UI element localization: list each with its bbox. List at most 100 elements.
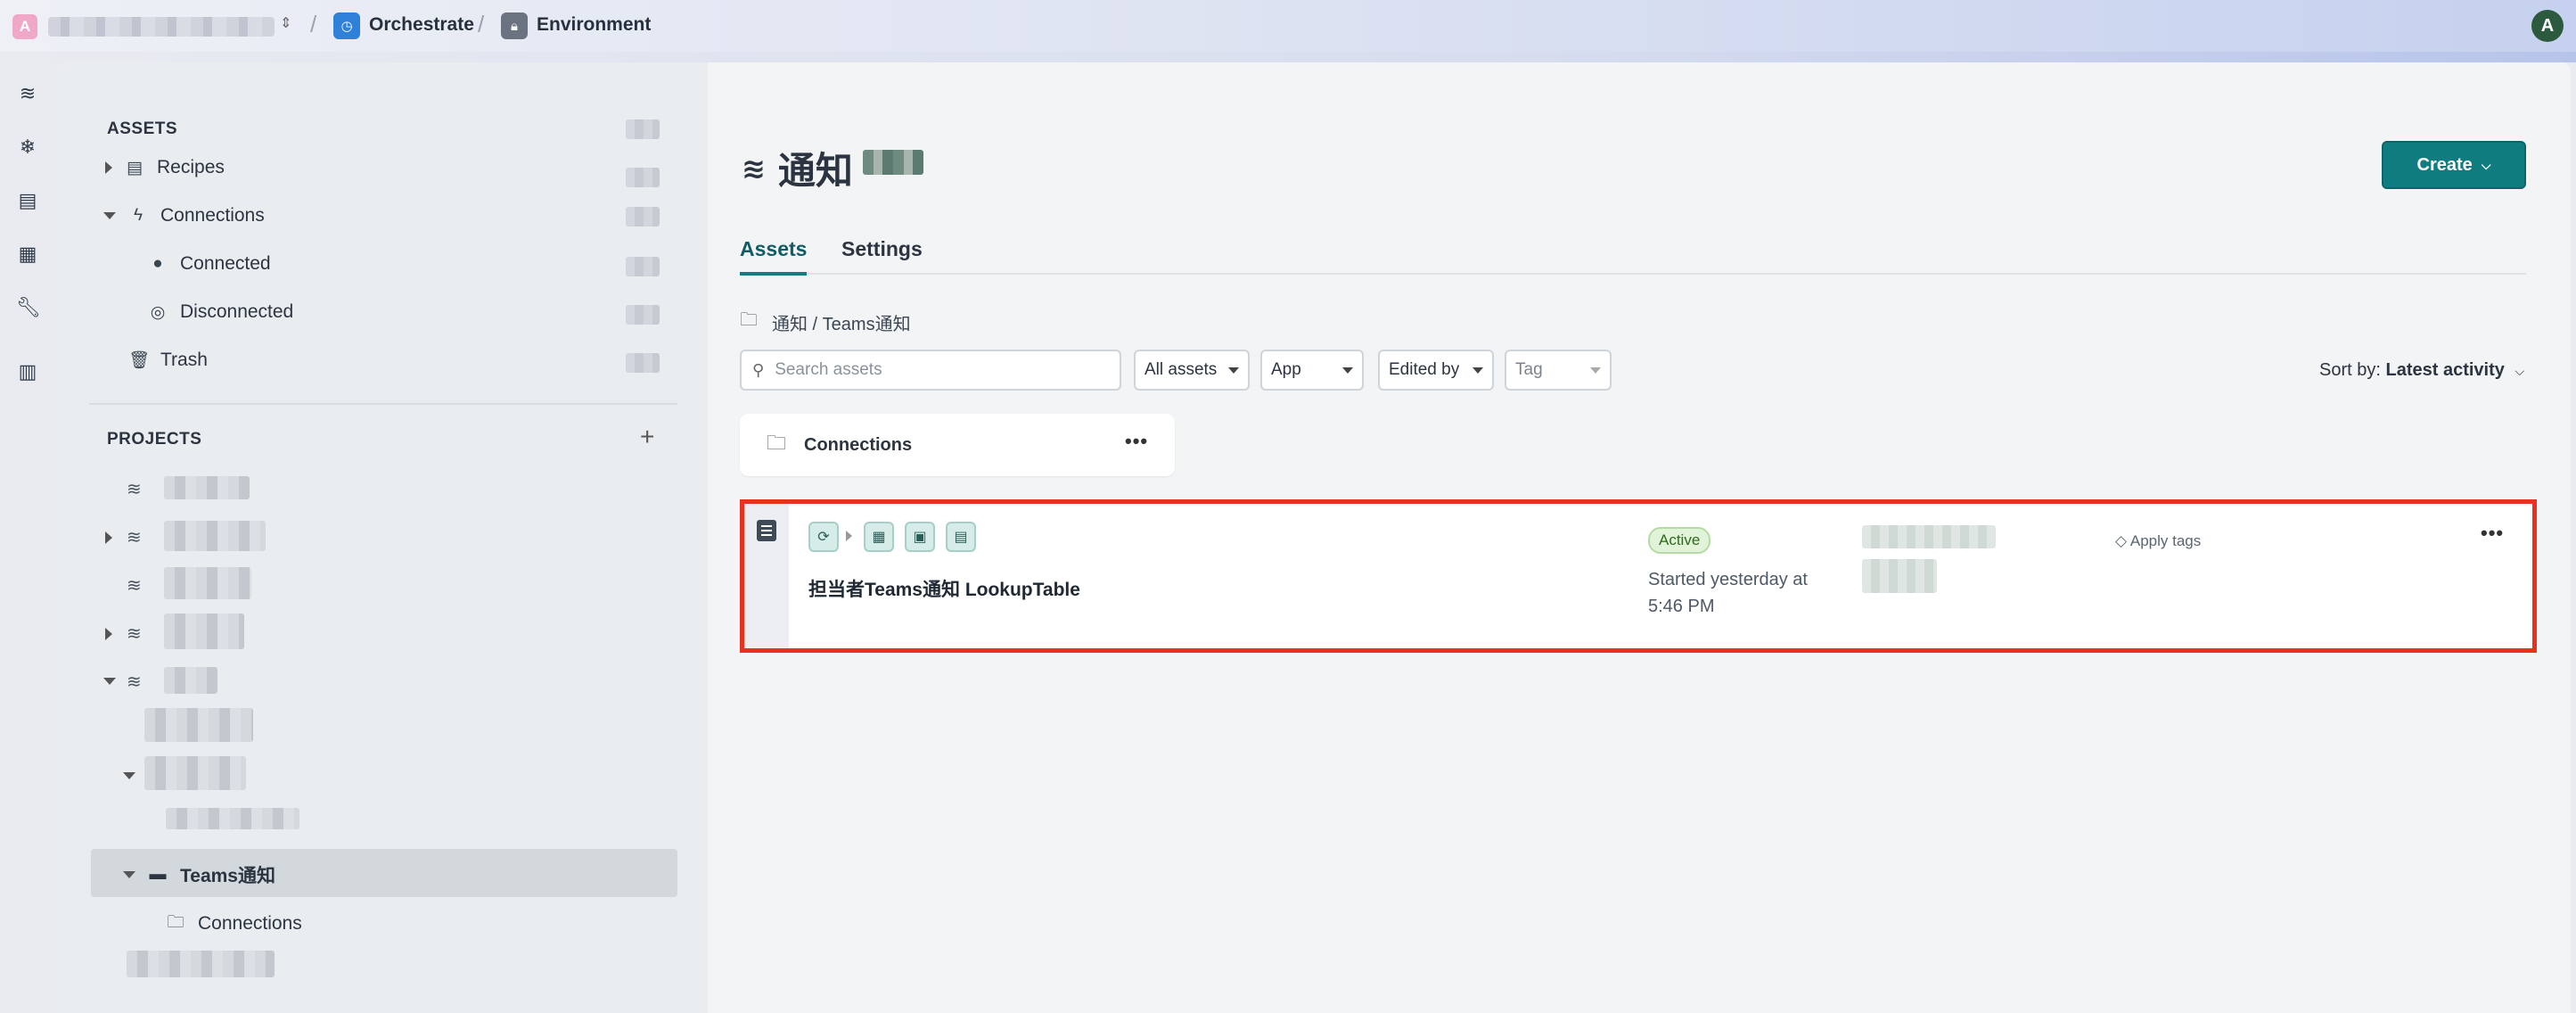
sidebar-item-teams-folder[interactable]: ▬ Teams通知 <box>123 861 275 888</box>
apply-tags-label: Apply tags <box>2129 532 2202 549</box>
project-icon: ≋ <box>127 624 142 644</box>
workspace-avatar[interactable]: A <box>12 14 37 39</box>
breadcrumb-orchestrate[interactable]: Orchestrate <box>369 14 474 36</box>
more-options-icon[interactable]: ••• <box>1125 430 1148 453</box>
folder-name-redacted[interactable] <box>144 756 246 790</box>
filter-edited-by[interactable]: Edited by <box>1378 350 1494 391</box>
lock-icon: 🔒︎ <box>501 12 528 39</box>
chevron-down-icon[interactable] <box>103 678 116 685</box>
lightning-icon: ϟ <box>133 206 144 225</box>
chevron-down-icon[interactable] <box>103 212 116 219</box>
flow-arrow-icon <box>846 531 852 541</box>
breadcrumb-separator: / <box>478 11 485 37</box>
project-icon: ≋ <box>127 576 142 596</box>
apply-tags-button[interactable]: ◇ Apply tags <box>2115 532 2201 550</box>
project-name-redacted[interactable] <box>164 567 251 599</box>
breadcrumb-environment[interactable]: Environment <box>537 14 651 36</box>
sidebar-divider <box>89 403 677 405</box>
project-name-redacted[interactable] <box>127 951 275 977</box>
workspace-switcher-icon[interactable]: ⇕ <box>280 14 291 32</box>
workspace-name-redacted[interactable] <box>48 17 275 37</box>
folder-name-redacted[interactable] <box>166 808 299 829</box>
folder-card-label: Connections <box>804 434 913 455</box>
sidebar-item-label: Connections <box>198 913 302 934</box>
chevron-down-icon: ⌵ <box>2514 364 2525 378</box>
breadcrumb-separator: / <box>310 11 317 37</box>
recipe-icon <box>757 520 776 541</box>
chevron-down-icon: ⌵ <box>2481 157 2491 172</box>
folder-card-connections[interactable]: 🗀︎ Connections ••• <box>740 414 1175 476</box>
chevron-down-icon[interactable] <box>123 772 135 779</box>
disconnected-count-redacted <box>626 305 660 325</box>
sidebar-item-connected[interactable]: ● Connected <box>148 253 270 275</box>
user-avatar[interactable]: A <box>2531 10 2564 42</box>
project-name-redacted[interactable] <box>164 521 266 551</box>
sidebar-item-label: Connections <box>160 205 265 226</box>
caret-down-icon <box>1473 366 1483 374</box>
wrench-icon[interactable]: 🔧︎ <box>16 296 41 319</box>
breadcrumb-path[interactable]: 通知 / Teams通知 <box>772 309 911 335</box>
disconnected-icon: ◎ <box>150 302 166 322</box>
project-icon: ≋ <box>127 528 142 548</box>
tag-icon: ◇ <box>2115 532 2128 549</box>
add-project-button[interactable]: + <box>640 423 654 451</box>
recipe-started-time: Started yesterday at 5:46 PM <box>1648 570 1808 616</box>
folder-icon: 🗀︎ <box>767 432 787 454</box>
chevron-down-icon[interactable] <box>123 871 135 878</box>
connected-count-redacted <box>626 257 660 276</box>
chevron-right-icon[interactable] <box>105 628 112 640</box>
filter-label: Tag <box>1515 360 1543 379</box>
project-name-redacted[interactable] <box>164 667 217 694</box>
assets-count-redacted <box>626 119 660 139</box>
tab-settings[interactable]: Settings <box>841 237 923 272</box>
orchestrate-icon: ◷ <box>333 12 360 39</box>
chevron-right-icon[interactable] <box>105 531 112 544</box>
caret-down-icon <box>1228 366 1239 374</box>
recipe-stripe <box>744 504 789 648</box>
caret-down-icon <box>1342 366 1353 374</box>
sidebar: ASSETS ▤ Recipes ϟ Connections ● Connect… <box>59 62 708 1013</box>
docs-icon[interactable]: ▤ <box>16 189 39 212</box>
filter-app[interactable]: App <box>1260 350 1364 391</box>
folder-name-redacted[interactable] <box>144 708 253 742</box>
sidebar-item-label: Trash <box>160 350 208 370</box>
connected-icon: ● <box>152 254 163 273</box>
create-button[interactable]: Create ⌵ <box>2382 141 2526 189</box>
tab-assets[interactable]: Assets <box>740 237 808 276</box>
tab-bar: Assets Settings <box>740 237 2526 276</box>
sidebar-item-disconnected[interactable]: ◎ Disconnected <box>148 301 294 323</box>
trash-icon: 🗑︎ <box>128 351 151 370</box>
projects-heading: PROJECTS <box>107 430 202 449</box>
project-icon: ≋ <box>127 672 142 692</box>
folder-icon: 🗀︎ <box>167 913 185 932</box>
sidebar-item-folder-connections[interactable]: 🗀︎ Connections <box>166 910 302 938</box>
sidebar-item-label: Teams通知 <box>180 866 275 886</box>
tools-icon[interactable]: ❄ <box>16 136 39 159</box>
table-icon: ▦ <box>864 522 894 552</box>
project-icon: ≋ <box>127 480 142 499</box>
sort-prefix: Sort by: <box>2319 360 2381 380</box>
status-badge: Active <box>1648 527 1711 554</box>
main-content: ≋ 通知 Create ⌵ Assets Settings 🗀︎ 通知 / Te… <box>708 62 2571 1013</box>
folder-icon: 🗀︎ <box>740 310 758 330</box>
more-options-icon[interactable]: ••• <box>2481 522 2504 545</box>
projects-icon[interactable]: ≋ <box>16 82 39 105</box>
reports-icon[interactable]: ▥ <box>16 360 39 383</box>
sidebar-item-trash[interactable]: 🗑︎ Trash <box>128 350 208 371</box>
sidebar-item-connections[interactable]: ϟ Connections <box>103 205 265 226</box>
filter-tag[interactable]: Tag <box>1505 350 1612 391</box>
filter-all-assets[interactable]: All assets <box>1134 350 1250 391</box>
project-name-redacted[interactable] <box>164 614 244 649</box>
project-name-redacted[interactable] <box>164 476 250 499</box>
chevron-right-icon[interactable] <box>105 161 112 174</box>
top-bar: A ⇕ / ◷ Orchestrate / 🔒︎ Environment A <box>0 0 2576 54</box>
page-title-text: 通知 <box>777 150 853 192</box>
recipe-meta-redacted <box>1862 559 1937 593</box>
sort-control[interactable]: Sort by: Latest activity ⌵ <box>2319 360 2524 381</box>
search-input[interactable]: ⚲ Search assets <box>740 350 1121 391</box>
sidebar-item-recipes[interactable]: ▤ Recipes <box>105 157 225 178</box>
assets-heading: ASSETS <box>107 119 178 138</box>
recipe-title[interactable]: 担当者Teams通知 LookupTable <box>808 575 1080 602</box>
recipe-card[interactable]: ⟳ ▦ ▣ ▤ 担当者Teams通知 LookupTable Active St… <box>740 499 2537 653</box>
dashboard-icon[interactable]: ▦ <box>16 243 39 266</box>
